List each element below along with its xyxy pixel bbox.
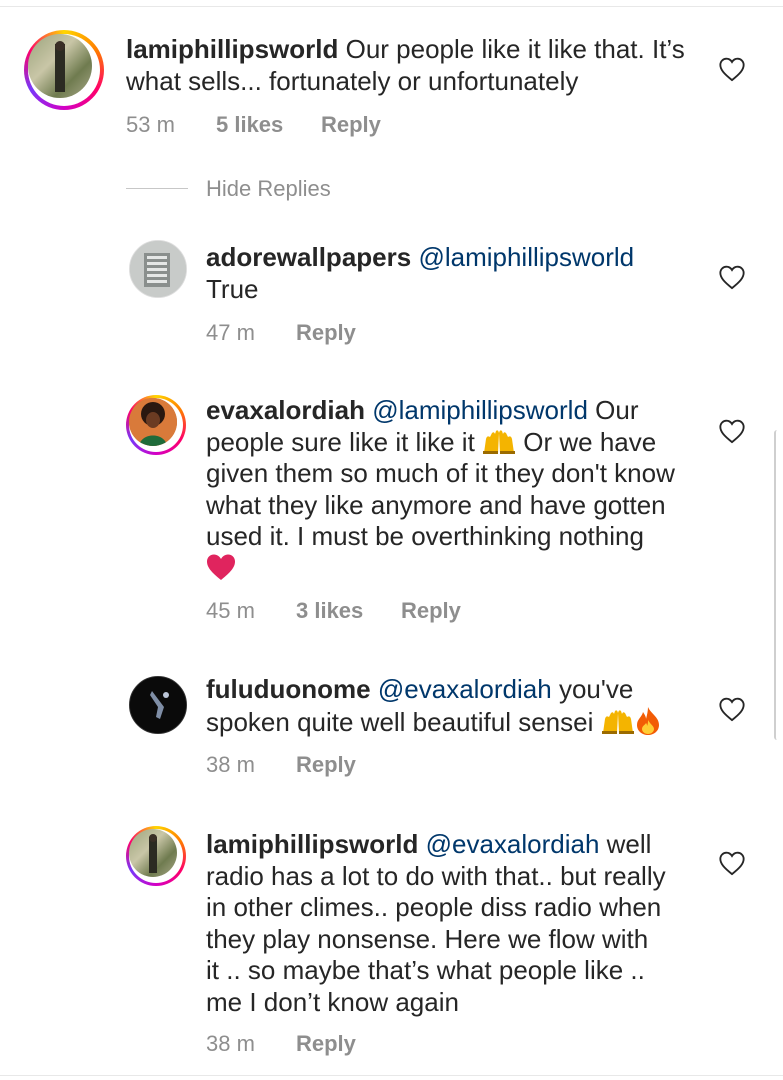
reply-mention[interactable]: @evaxalordiah: [426, 829, 600, 859]
heart-outline-icon[interactable]: [718, 418, 746, 444]
reply-username[interactable]: fuluduonome: [206, 674, 371, 704]
comment-text: lamiphillipsworld Our people like it lik…: [126, 34, 746, 97]
reply-text-line-2-tail: Or we have: [523, 426, 657, 457]
comment-time: 53 m: [126, 112, 175, 137]
reply-username[interactable]: evaxalordiah: [206, 395, 365, 425]
reply-mention[interactable]: @evaxalordiah: [378, 674, 552, 704]
reply-text-line-4: what they like anymore and have gotten: [206, 489, 666, 520]
heart-outline-icon[interactable]: [718, 56, 746, 82]
hide-replies-label: Hide Replies: [206, 176, 331, 201]
reply-text: adorewallpapers @lamiphillipsworld True: [206, 242, 706, 305]
reply-text-line-1: True: [206, 273, 259, 304]
raising-hands-emoji: [483, 429, 516, 454]
avatar[interactable]: [126, 395, 186, 455]
comment-text-line-2: what sells... fortunately or unfortunate…: [126, 65, 579, 96]
fire-emoji: [636, 706, 659, 735]
avatar[interactable]: [126, 826, 186, 886]
comment-text-line-1: Our people like it like that. It’s: [345, 34, 685, 64]
heart-outline-icon[interactable]: [718, 850, 746, 876]
reply-text-line-2-head: people sure like it like it: [206, 426, 475, 457]
reply-button[interactable]: Reply: [321, 112, 381, 138]
hide-replies-line: [126, 188, 188, 189]
avatar[interactable]: [129, 240, 187, 298]
reply-text-line-1-tail: Our: [595, 395, 639, 425]
reply-text-line-3: given them so much of it they don't know: [206, 458, 675, 488]
reply-text: fuluduonome @evaxalordiah you've spoken …: [206, 674, 706, 738]
avatar[interactable]: [24, 30, 104, 110]
reply-username[interactable]: lamiphillipsworld: [206, 829, 418, 859]
comment-likes[interactable]: 5 likes: [216, 112, 283, 138]
heart-outline-icon[interactable]: [718, 264, 746, 290]
heart-outline-icon[interactable]: [718, 696, 746, 722]
avatar[interactable]: [129, 676, 187, 734]
reply-text-line-2: radio has a lot to do with that.. but re…: [206, 860, 666, 891]
reply-text: evaxalordiah @lamiphillipsworld Our peop…: [206, 395, 706, 584]
reply-button[interactable]: Reply: [296, 1031, 356, 1057]
reply-text-line-5: it .. so maybe that’s what people like .…: [206, 955, 645, 985]
scrollbar[interactable]: [774, 430, 781, 740]
reply-text-line-3: in other climes.. people diss radio when: [206, 892, 662, 922]
comment-username[interactable]: lamiphillipsworld: [126, 34, 338, 64]
raising-hands-emoji: [601, 709, 634, 734]
reply-button[interactable]: Reply: [296, 320, 356, 346]
red-heart-emoji: [207, 554, 235, 580]
bottom-divider: [0, 1075, 783, 1076]
reply-time: 38 m: [206, 752, 255, 777]
top-divider: [0, 0, 783, 7]
reply-text-line-5: used it. I must be overthinking nothing: [206, 521, 644, 551]
reply-text-line-1-tail: you've: [558, 674, 634, 704]
reply-text-line-6: me I don’t know again: [206, 986, 459, 1017]
reply-text-line-1-tail: well: [606, 829, 652, 859]
reply-text-line-2: spoken quite well beautiful sensei: [206, 706, 594, 737]
reply-button[interactable]: Reply: [401, 598, 461, 624]
reply-time: 38 m: [206, 1031, 255, 1056]
reply-text-line-4: they play nonsense. Here we flow with: [206, 923, 649, 954]
reply-text: lamiphillipsworld @evaxalordiah well rad…: [206, 829, 706, 1018]
reply-time: 47 m: [206, 320, 255, 345]
reply-username[interactable]: adorewallpapers: [206, 242, 411, 272]
reply-likes[interactable]: 3 likes: [296, 598, 363, 624]
reply-mention[interactable]: @lamiphillipsworld: [418, 242, 634, 272]
reply-time: 45 m: [206, 598, 255, 623]
reply-button[interactable]: Reply: [296, 752, 356, 778]
reply-mention[interactable]: @lamiphillipsworld: [372, 395, 588, 425]
